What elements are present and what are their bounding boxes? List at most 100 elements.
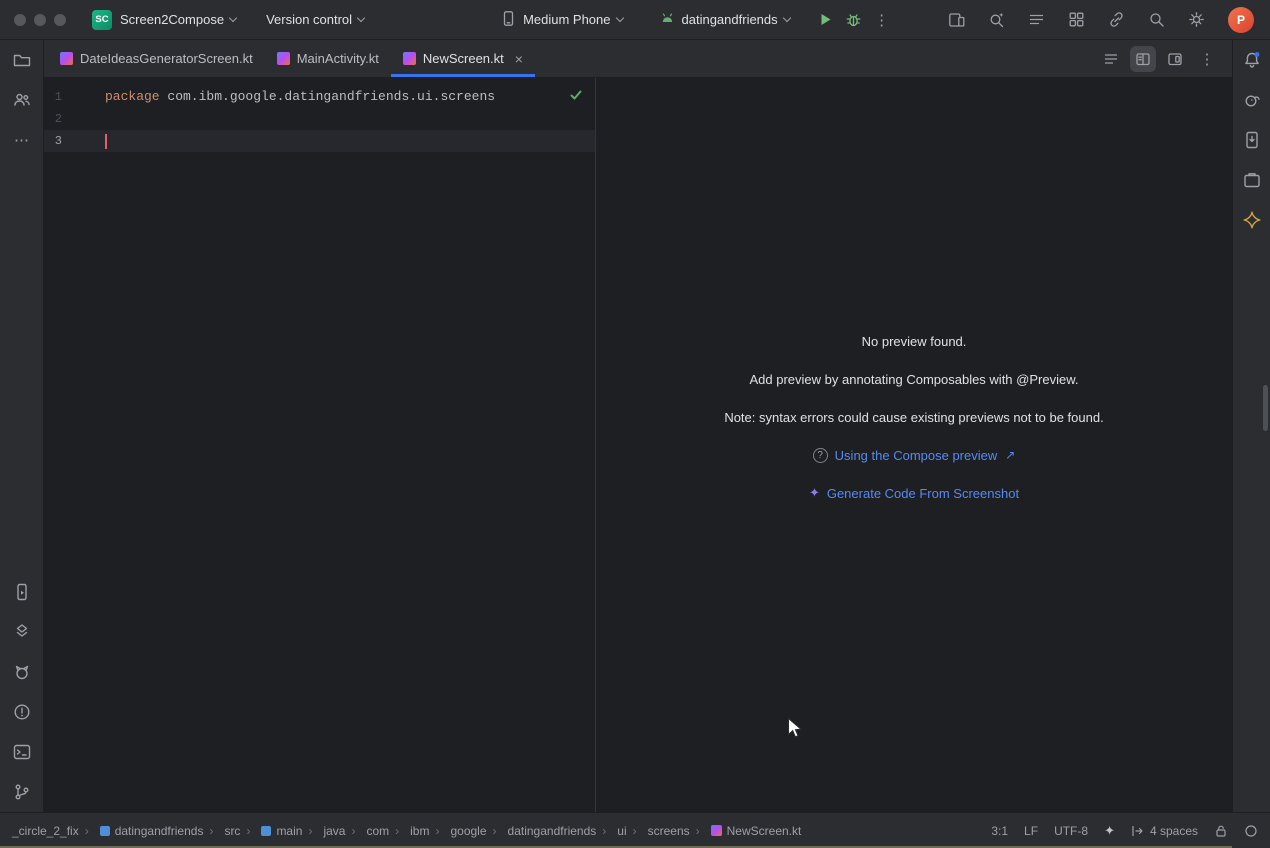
run-button[interactable] <box>812 6 840 34</box>
chevron-down-icon <box>229 13 237 21</box>
breadcrumb-item[interactable]: google <box>429 824 486 838</box>
settings-gear-icon[interactable] <box>1182 6 1210 34</box>
problems-icon[interactable] <box>2 692 42 732</box>
running-devices-icon[interactable] <box>2 572 42 612</box>
compose-preview-doc-row: ? Using the Compose preview ↗ <box>596 447 1232 463</box>
breadcrumb-item[interactable]: ibm <box>389 824 429 838</box>
module-icon <box>100 826 110 836</box>
crumb-label: NewScreen.kt <box>727 824 802 838</box>
terminal-icon[interactable] <box>2 732 42 772</box>
more-run-actions-button[interactable]: ⋮ <box>868 6 896 34</box>
code-view-icon[interactable] <box>1098 46 1124 72</box>
version-control-label: Version control <box>266 12 352 27</box>
package-path: com.ibm.google.datingandfriends.ui.scree… <box>167 86 495 108</box>
crumb-label: google <box>450 824 486 838</box>
breadcrumb-item[interactable]: com <box>345 824 389 838</box>
notifications-bell-icon[interactable] <box>1232 40 1270 80</box>
phone-icon <box>500 10 517 30</box>
caret-position-widget[interactable]: 3:1 <box>991 824 1008 838</box>
main-area: ⋯ <box>0 40 1270 812</box>
close-tab-icon[interactable]: × <box>515 52 523 66</box>
debug-button[interactable] <box>840 6 868 34</box>
tab-mainactivity[interactable]: MainActivity.kt <box>265 40 391 77</box>
inspections-ring-icon[interactable] <box>1244 824 1258 838</box>
breadcrumb-item[interactable]: java <box>302 824 345 838</box>
kotlin-file-icon <box>711 825 722 836</box>
more-options-icon[interactable]: ⋮ <box>1194 46 1220 72</box>
breadcrumb-item[interactable]: src <box>203 824 240 838</box>
tab-dateideasgeneratorscreen[interactable]: DateIdeasGeneratorScreen.kt <box>48 40 265 77</box>
line-ending-widget[interactable]: LF <box>1024 824 1038 838</box>
generate-code-link[interactable]: Generate Code From Screenshot <box>827 486 1019 501</box>
breadcrumb-item[interactable]: screens <box>627 824 690 838</box>
more-vertical-icon: ⋮ <box>874 11 889 29</box>
breadcrumb-item-current-file[interactable]: NewScreen.kt <box>690 824 802 838</box>
link-icon[interactable] <box>1102 6 1130 34</box>
tab-newscreen[interactable]: NewScreen.kt × <box>391 40 535 77</box>
device-manager-icon[interactable] <box>1232 160 1270 200</box>
preview-hint-1: Add preview by annotating Composables wi… <box>596 371 1232 387</box>
crumb-label: ibm <box>410 824 429 838</box>
code-line-1[interactable]: 1 package com.ibm.google.datingandfriend… <box>44 86 595 108</box>
grid-icon[interactable] <box>1062 6 1090 34</box>
layers-icon[interactable] <box>2 612 42 652</box>
gradle-icon[interactable] <box>1232 80 1270 120</box>
close-window-button[interactable] <box>14 14 26 26</box>
indent-widget[interactable]: 4 spaces <box>1131 824 1198 838</box>
crumb-label: com <box>366 824 389 838</box>
logcat-cat-icon[interactable] <box>2 652 42 692</box>
list-icon[interactable] <box>1022 6 1050 34</box>
project-selector[interactable]: Screen2Compose <box>112 7 244 32</box>
code-line-3-current[interactable]: 3 <box>44 130 595 152</box>
sparkle-icon: ✦ <box>809 485 820 501</box>
project-folder-icon[interactable] <box>2 40 42 80</box>
git-branch-icon[interactable] <box>2 772 42 812</box>
breadcrumbs: _circle_2_fix datingandfriends src main … <box>12 824 801 838</box>
people-icon[interactable] <box>2 80 42 120</box>
line-number[interactable]: 1 <box>44 86 62 108</box>
breadcrumb-item[interactable]: datingandfriends <box>487 824 597 838</box>
breadcrumb-item[interactable]: datingandfriends <box>79 824 204 838</box>
hint-text: Note: syntax errors could cause existing… <box>724 410 1103 425</box>
ide-window: SC Screen2Compose Version control Medium… <box>0 0 1270 848</box>
more-tool-windows-icon[interactable]: ⋯ <box>2 120 42 160</box>
zoom-window-button[interactable] <box>54 14 66 26</box>
line-number[interactable]: 2 <box>44 108 62 130</box>
gemini-sparkle-icon[interactable] <box>1232 200 1270 240</box>
device-selector[interactable]: Medium Phone <box>492 5 630 35</box>
breadcrumb-item[interactable]: main <box>240 824 302 838</box>
split-view-icon[interactable] <box>1130 46 1156 72</box>
help-question-icon[interactable]: ? <box>813 448 828 463</box>
run-toolbar: Medium Phone datingandfriends <box>492 5 896 35</box>
editor-tabbar: DateIdeasGeneratorScreen.kt MainActivity… <box>44 40 1232 78</box>
crumb-label: src <box>224 824 240 838</box>
device-mirroring-icon[interactable] <box>942 6 970 34</box>
compose-preview-doc-link[interactable]: Using the Compose preview <box>835 448 998 463</box>
lock-icon[interactable] <box>1214 824 1228 838</box>
external-link-icon: ↗ <box>1005 448 1015 462</box>
left-tool-rail: ⋯ <box>0 40 44 812</box>
code-line-2[interactable]: 2 <box>44 108 595 130</box>
code-editor[interactable]: 1 package com.ibm.google.datingandfriend… <box>44 78 596 812</box>
device-explorer-icon[interactable] <box>1232 120 1270 160</box>
chevron-down-icon <box>357 13 365 21</box>
breadcrumb-item[interactable]: ui <box>596 824 626 838</box>
search-icon[interactable] <box>1142 6 1170 34</box>
line-number[interactable]: 3 <box>44 130 62 152</box>
version-control-menu[interactable]: Version control <box>258 7 372 32</box>
tab-label: NewScreen.kt <box>423 51 504 66</box>
scrollbar-thumb[interactable] <box>1263 385 1268 431</box>
crumb-label: java <box>323 824 345 838</box>
ai-search-icon[interactable] <box>982 6 1010 34</box>
inspections-ok-icon[interactable] <box>569 88 583 106</box>
chevron-down-icon <box>615 13 623 21</box>
minimize-window-button[interactable] <box>34 14 46 26</box>
design-view-icon[interactable] <box>1162 46 1188 72</box>
user-avatar[interactable]: P <box>1228 7 1254 33</box>
encoding-widget[interactable]: UTF-8 <box>1054 824 1088 838</box>
ai-sparkle-icon[interactable]: ✦ <box>1104 823 1115 839</box>
preview-hint-2: Note: syntax errors could cause existing… <box>596 409 1232 425</box>
breadcrumb-item[interactable]: _circle_2_fix <box>12 824 79 838</box>
run-configuration-selector[interactable]: datingandfriends <box>651 5 798 35</box>
tab-label: MainActivity.kt <box>297 51 379 66</box>
